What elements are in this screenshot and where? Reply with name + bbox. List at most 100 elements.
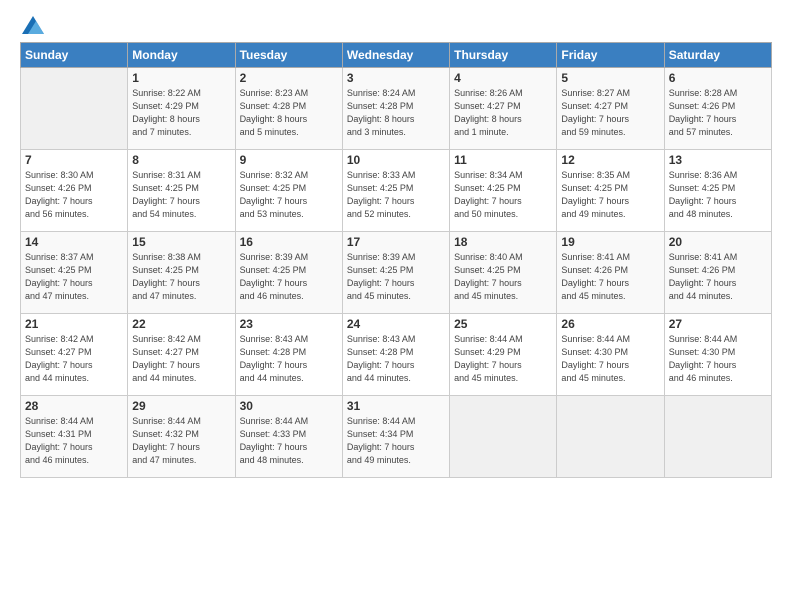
calendar-cell: 10 Sunrise: 8:33 AM Sunset: 4:25 PM Dayli…: [342, 150, 449, 232]
day-number: 25: [454, 317, 552, 331]
day-number: 24: [347, 317, 445, 331]
day-number: 28: [25, 399, 123, 413]
logo-text: [20, 16, 44, 34]
col-header-sunday: Sunday: [21, 43, 128, 68]
calendar-cell: [557, 396, 664, 478]
calendar-cell: 19Sunrise: 8:41 AM Sunset: 4:26 PM Dayli…: [557, 232, 664, 314]
day-info: Sunrise: 8:39 AM Sunset: 4:25 PM Dayligh…: [240, 251, 338, 303]
calendar-cell: 3 Sunrise: 8:24 AM Sunset: 4:28 PM Daylig…: [342, 68, 449, 150]
calendar-cell: 20 Sunrise: 8:41 AM Sunset: 4:26 PM Dayli…: [664, 232, 771, 314]
day-number: 3: [347, 71, 445, 85]
day-info: Sunrise: 8:23 AM Sunset: 4:28 PM Dayligh…: [240, 87, 338, 139]
calendar-week-3: 14Sunrise: 8:37 AM Sunset: 4:25 PM Dayli…: [21, 232, 772, 314]
day-number: 9: [240, 153, 338, 167]
calendar-week-4: 21 Sunrise: 8:42 AM Sunset: 4:27 PM Dayli…: [21, 314, 772, 396]
day-number: 16: [240, 235, 338, 249]
day-info: Sunrise: 8:44 AM Sunset: 4:32 PM Dayligh…: [132, 415, 230, 467]
calendar-cell: 9 Sunrise: 8:32 AM Sunset: 4:25 PM Daylig…: [235, 150, 342, 232]
col-header-thursday: Thursday: [450, 43, 557, 68]
calendar-cell: [21, 68, 128, 150]
calendar-cell: 24 Sunrise: 8:43 AM Sunset: 4:28 PM Dayli…: [342, 314, 449, 396]
calendar-week-1: 1 Sunrise: 8:22 AM Sunset: 4:29 PM Daylig…: [21, 68, 772, 150]
day-info: Sunrise: 8:44 AM Sunset: 4:31 PM Dayligh…: [25, 415, 123, 467]
day-info: Sunrise: 8:41 AM Sunset: 4:26 PM Dayligh…: [669, 251, 767, 303]
day-info: Sunrise: 8:44 AM Sunset: 4:33 PM Dayligh…: [240, 415, 338, 467]
calendar-cell: 16 Sunrise: 8:39 AM Sunset: 4:25 PM Dayli…: [235, 232, 342, 314]
day-number: 2: [240, 71, 338, 85]
day-info: Sunrise: 8:44 AM Sunset: 4:29 PM Dayligh…: [454, 333, 552, 385]
day-info: Sunrise: 8:42 AM Sunset: 4:27 PM Dayligh…: [25, 333, 123, 385]
calendar-cell: 25 Sunrise: 8:44 AM Sunset: 4:29 PM Dayli…: [450, 314, 557, 396]
col-header-friday: Friday: [557, 43, 664, 68]
day-number: 19: [561, 235, 659, 249]
header: [20, 16, 772, 34]
day-info: Sunrise: 8:34 AM Sunset: 4:25 PM Dayligh…: [454, 169, 552, 221]
day-number: 17: [347, 235, 445, 249]
calendar-cell: 11 Sunrise: 8:34 AM Sunset: 4:25 PM Dayli…: [450, 150, 557, 232]
day-number: 11: [454, 153, 552, 167]
col-header-wednesday: Wednesday: [342, 43, 449, 68]
day-info: Sunrise: 8:44 AM Sunset: 4:34 PM Dayligh…: [347, 415, 445, 467]
calendar-table: SundayMondayTuesdayWednesdayThursdayFrid…: [20, 42, 772, 478]
day-info: Sunrise: 8:36 AM Sunset: 4:25 PM Dayligh…: [669, 169, 767, 221]
day-info: Sunrise: 8:27 AM Sunset: 4:27 PM Dayligh…: [561, 87, 659, 139]
day-number: 23: [240, 317, 338, 331]
calendar-week-2: 7Sunrise: 8:30 AM Sunset: 4:26 PM Daylig…: [21, 150, 772, 232]
day-info: Sunrise: 8:24 AM Sunset: 4:28 PM Dayligh…: [347, 87, 445, 139]
calendar-week-5: 28 Sunrise: 8:44 AM Sunset: 4:31 PM Dayli…: [21, 396, 772, 478]
day-number: 21: [25, 317, 123, 331]
logo-icon: [22, 16, 44, 34]
day-info: Sunrise: 8:22 AM Sunset: 4:29 PM Dayligh…: [132, 87, 230, 139]
day-info: Sunrise: 8:42 AM Sunset: 4:27 PM Dayligh…: [132, 333, 230, 385]
day-info: Sunrise: 8:43 AM Sunset: 4:28 PM Dayligh…: [347, 333, 445, 385]
calendar-cell: 8Sunrise: 8:31 AM Sunset: 4:25 PM Daylig…: [128, 150, 235, 232]
day-number: 13: [669, 153, 767, 167]
calendar-cell: 4 Sunrise: 8:26 AM Sunset: 4:27 PM Daylig…: [450, 68, 557, 150]
day-info: Sunrise: 8:43 AM Sunset: 4:28 PM Dayligh…: [240, 333, 338, 385]
calendar-cell: 29 Sunrise: 8:44 AM Sunset: 4:32 PM Dayli…: [128, 396, 235, 478]
day-info: Sunrise: 8:33 AM Sunset: 4:25 PM Dayligh…: [347, 169, 445, 221]
day-number: 15: [132, 235, 230, 249]
col-header-tuesday: Tuesday: [235, 43, 342, 68]
col-header-saturday: Saturday: [664, 43, 771, 68]
calendar-cell: 23 Sunrise: 8:43 AM Sunset: 4:28 PM Dayli…: [235, 314, 342, 396]
day-number: 22: [132, 317, 230, 331]
day-info: Sunrise: 8:39 AM Sunset: 4:25 PM Dayligh…: [347, 251, 445, 303]
calendar-cell: 2 Sunrise: 8:23 AM Sunset: 4:28 PM Daylig…: [235, 68, 342, 150]
day-info: Sunrise: 8:44 AM Sunset: 4:30 PM Dayligh…: [561, 333, 659, 385]
calendar-cell: [664, 396, 771, 478]
calendar-cell: 30Sunrise: 8:44 AM Sunset: 4:33 PM Dayli…: [235, 396, 342, 478]
calendar-cell: 6 Sunrise: 8:28 AM Sunset: 4:26 PM Daylig…: [664, 68, 771, 150]
calendar-cell: 1 Sunrise: 8:22 AM Sunset: 4:29 PM Daylig…: [128, 68, 235, 150]
calendar-cell: 26 Sunrise: 8:44 AM Sunset: 4:30 PM Dayli…: [557, 314, 664, 396]
day-number: 27: [669, 317, 767, 331]
calendar-cell: 27 Sunrise: 8:44 AM Sunset: 4:30 PM Dayli…: [664, 314, 771, 396]
day-number: 12: [561, 153, 659, 167]
day-info: Sunrise: 8:32 AM Sunset: 4:25 PM Dayligh…: [240, 169, 338, 221]
day-info: Sunrise: 8:30 AM Sunset: 4:26 PM Dayligh…: [25, 169, 123, 221]
day-info: Sunrise: 8:28 AM Sunset: 4:26 PM Dayligh…: [669, 87, 767, 139]
day-info: Sunrise: 8:37 AM Sunset: 4:25 PM Dayligh…: [25, 251, 123, 303]
calendar-header-row: SundayMondayTuesdayWednesdayThursdayFrid…: [21, 43, 772, 68]
day-number: 6: [669, 71, 767, 85]
calendar-cell: [450, 396, 557, 478]
day-number: 1: [132, 71, 230, 85]
calendar-cell: 13 Sunrise: 8:36 AM Sunset: 4:25 PM Dayli…: [664, 150, 771, 232]
day-number: 18: [454, 235, 552, 249]
calendar-cell: 21 Sunrise: 8:42 AM Sunset: 4:27 PM Dayli…: [21, 314, 128, 396]
day-number: 29: [132, 399, 230, 413]
day-number: 20: [669, 235, 767, 249]
calendar-cell: 31Sunrise: 8:44 AM Sunset: 4:34 PM Dayli…: [342, 396, 449, 478]
day-number: 26: [561, 317, 659, 331]
day-info: Sunrise: 8:44 AM Sunset: 4:30 PM Dayligh…: [669, 333, 767, 385]
day-number: 5: [561, 71, 659, 85]
day-number: 10: [347, 153, 445, 167]
day-info: Sunrise: 8:40 AM Sunset: 4:25 PM Dayligh…: [454, 251, 552, 303]
day-number: 8: [132, 153, 230, 167]
calendar-cell: 14Sunrise: 8:37 AM Sunset: 4:25 PM Dayli…: [21, 232, 128, 314]
calendar-cell: 12 Sunrise: 8:35 AM Sunset: 4:25 PM Dayli…: [557, 150, 664, 232]
day-info: Sunrise: 8:26 AM Sunset: 4:27 PM Dayligh…: [454, 87, 552, 139]
day-info: Sunrise: 8:35 AM Sunset: 4:25 PM Dayligh…: [561, 169, 659, 221]
day-number: 4: [454, 71, 552, 85]
logo-area: [20, 16, 44, 34]
